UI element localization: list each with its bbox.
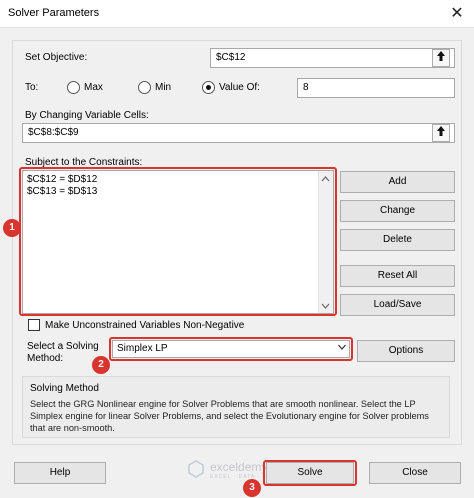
highlight-constraints [19, 167, 337, 316]
changing-cells-label: By Changing Variable Cells: [25, 110, 149, 121]
change-button[interactable]: Change [340, 200, 455, 222]
value-of-field[interactable]: 8 [297, 78, 455, 98]
help-button[interactable]: Help [14, 462, 106, 484]
set-objective-label: Set Objective: [25, 52, 88, 63]
set-objective-field[interactable]: $C$12 [210, 48, 455, 68]
delete-button[interactable]: Delete [340, 229, 455, 251]
collapse-dialog-icon [437, 51, 445, 61]
options-button[interactable]: Options [357, 340, 455, 362]
objective-picker-icon[interactable] [432, 49, 450, 67]
highlight-solve [263, 460, 357, 486]
collapse-dialog-icon [437, 126, 445, 136]
load-save-button[interactable]: Load/Save [340, 294, 455, 316]
solving-method-label-2: Method: [27, 353, 64, 364]
add-button[interactable]: Add [340, 171, 455, 193]
non-negative-label: Make Unconstrained Variables Non-Negativ… [45, 320, 245, 331]
to-label: To: [25, 82, 39, 93]
solving-method-heading: Solving Method [30, 383, 99, 394]
window-title: Solver Parameters [8, 7, 100, 19]
badge-2: 2 [92, 356, 110, 374]
solving-method-description: Select the GRG Nonlinear engine for Solv… [30, 399, 429, 433]
radio-value-of[interactable] [202, 81, 215, 94]
badge-1: 1 [3, 219, 21, 237]
changing-cells-field[interactable]: $C$8:$C$9 [22, 123, 455, 143]
non-negative-checkbox[interactable] [28, 319, 40, 331]
changing-cells-picker-icon[interactable] [432, 124, 450, 142]
watermark-subtext: EXCEL · DATA · BI [210, 474, 270, 480]
close-icon[interactable]: ✕ [446, 4, 468, 24]
radio-max[interactable] [67, 81, 80, 94]
radio-min-label: Min [155, 82, 172, 93]
exceldemy-logo-icon [186, 459, 206, 479]
highlight-solving-method [109, 337, 353, 361]
badge-3: 3 [243, 479, 261, 497]
radio-value-of-label: Value Of: [219, 82, 260, 93]
watermark-text: exceldemy [210, 460, 268, 474]
reset-all-button[interactable]: Reset All [340, 265, 455, 287]
close-button[interactable]: Close [369, 462, 461, 484]
radio-max-label: Max [84, 82, 103, 93]
radio-min[interactable] [138, 81, 151, 94]
solving-method-label-1: Select a Solving [27, 341, 99, 352]
